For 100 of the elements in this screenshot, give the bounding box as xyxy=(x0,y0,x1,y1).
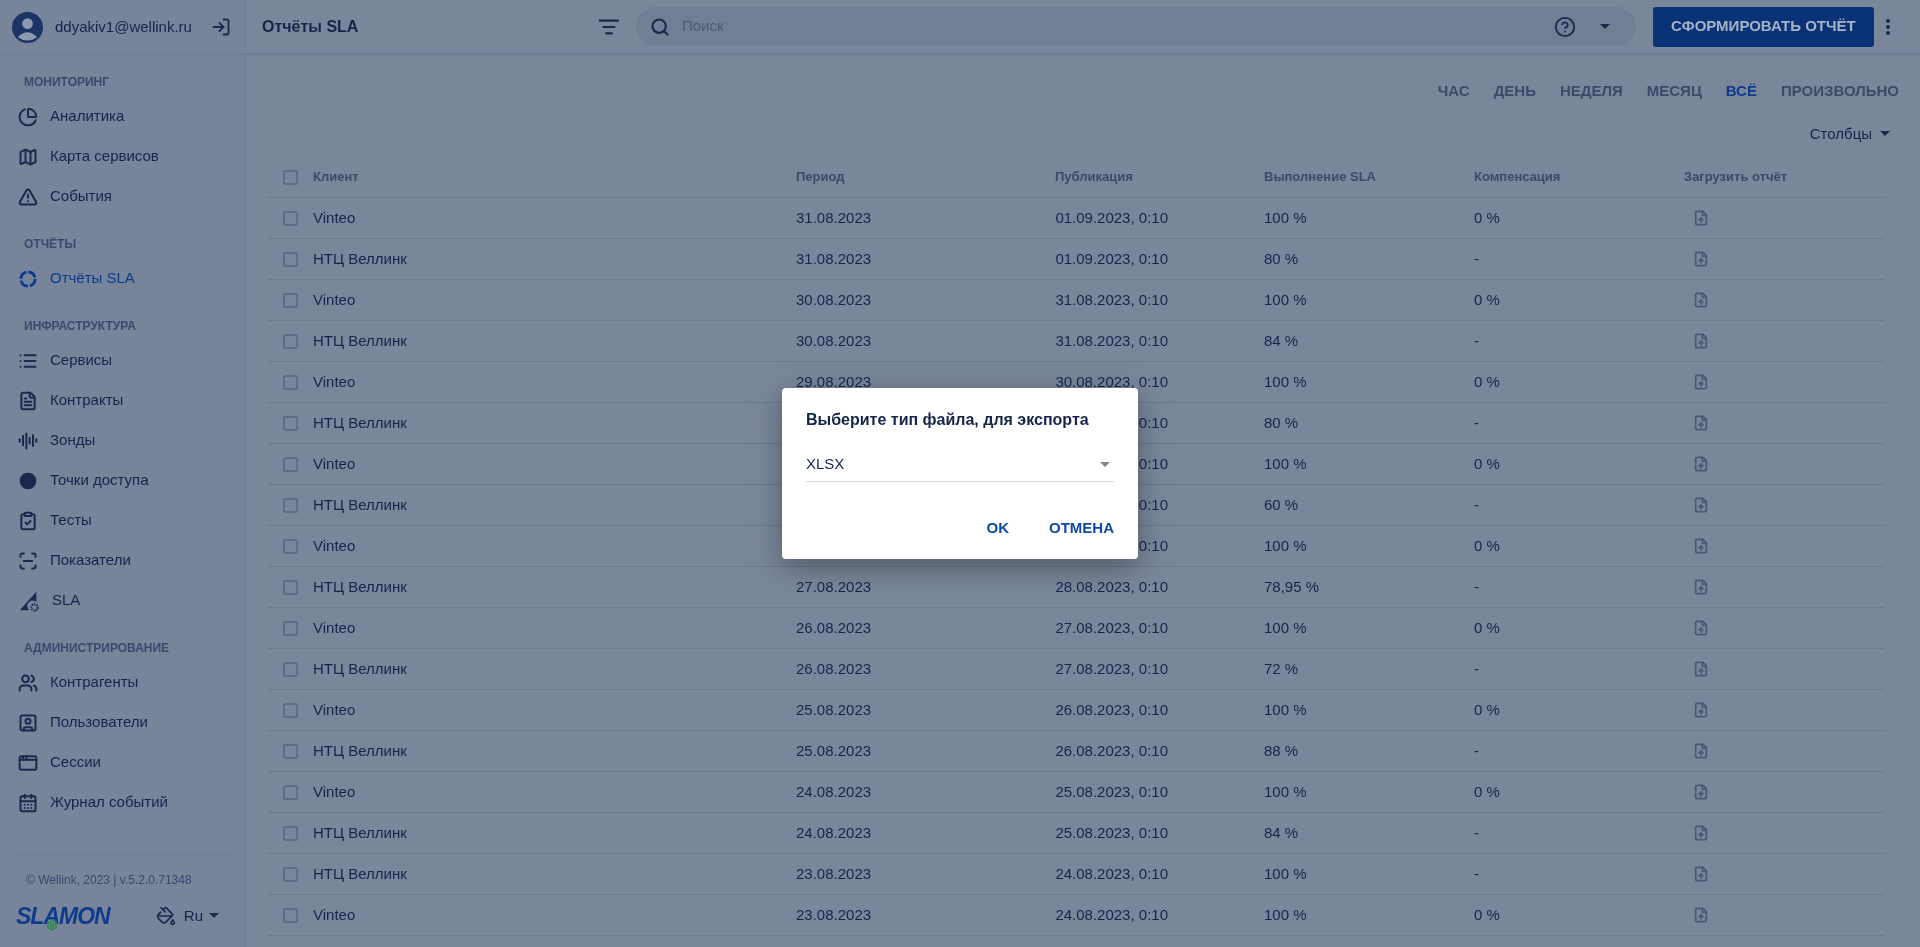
file-upload-icon[interactable] xyxy=(1693,210,1709,226)
table-cell-text: Vinteo xyxy=(313,617,357,638)
file-upload-icon[interactable] xyxy=(1693,374,1709,390)
row-checkbox[interactable] xyxy=(283,333,298,349)
row-checkbox[interactable] xyxy=(283,251,298,267)
pie-chart-icon xyxy=(18,106,38,127)
nav-item[interactable]: Журнал событий xyxy=(0,783,245,823)
column-header: Клиент xyxy=(313,168,360,187)
caret-icon xyxy=(209,913,219,919)
theme-icon[interactable] xyxy=(155,905,176,926)
select-all-checkbox[interactable] xyxy=(283,169,298,185)
file-upload-icon[interactable] xyxy=(1693,497,1709,513)
file-upload-icon[interactable] xyxy=(1693,456,1709,472)
file-upload-icon[interactable] xyxy=(1693,702,1709,718)
row-checkbox[interactable] xyxy=(283,784,298,800)
nav-item[interactable]: Пользователи xyxy=(0,703,245,743)
row-checkbox[interactable] xyxy=(283,497,298,513)
nav-item[interactable]: Сервисы xyxy=(0,341,245,381)
avatar-icon[interactable] xyxy=(12,11,43,43)
nav-item[interactable]: Контракты xyxy=(0,381,245,421)
more-button[interactable] xyxy=(1885,18,1890,35)
file-upload-icon[interactable] xyxy=(1693,333,1709,349)
nav-item[interactable]: Аналитика xyxy=(0,97,245,137)
row-checkbox[interactable] xyxy=(283,538,298,554)
dialog-button[interactable]: OK xyxy=(976,510,1019,545)
table-cell-text: 0 % xyxy=(1474,207,1501,228)
language-select[interactable]: Ru xyxy=(183,904,219,927)
nav-item[interactable]: Точки доступа xyxy=(0,461,245,501)
table-cell-text: НТЦ Веллинк xyxy=(313,248,408,269)
table-cell: 29.08.2023 xyxy=(796,372,872,390)
file-type-select[interactable]: XLSX xyxy=(806,448,1114,482)
table-cell-text: 100 % xyxy=(1264,863,1308,884)
table-cell-text: НТЦ Веллинк xyxy=(313,822,408,843)
nav-item[interactable]: Зонды xyxy=(0,421,245,461)
copyright-text: © Wellink, 2023 | v.5.2.0.71348 xyxy=(25,871,193,889)
row-checkbox[interactable] xyxy=(283,456,298,472)
period-tab[interactable]: ПРОИЗВОЛЬНО xyxy=(1781,80,1899,103)
row-checkbox[interactable] xyxy=(283,620,298,636)
row-checkbox[interactable] xyxy=(283,661,298,677)
page-title: Отчёты SLA xyxy=(262,16,360,37)
file-upload-icon[interactable] xyxy=(1693,825,1709,841)
nav-item[interactable]: Отчёты SLA xyxy=(0,259,245,299)
dropdown-caret-icon xyxy=(1600,24,1610,29)
generate-report-button[interactable]: СФОРМИРОВАТЬ ОТЧЁТ xyxy=(1653,6,1874,47)
period-tab[interactable]: ЧАС xyxy=(1437,80,1470,103)
period-tab[interactable]: МЕСЯЦ xyxy=(1646,80,1702,103)
file-upload-icon[interactable] xyxy=(1693,292,1709,308)
table-cell: 26.08.2023, 0:10 xyxy=(1055,700,1168,718)
table-cell-text: 100 % xyxy=(1264,207,1308,228)
table-cell-text: 100 % xyxy=(1264,535,1308,556)
row-checkbox[interactable] xyxy=(283,415,298,431)
table-cell-text: 0 % xyxy=(1474,617,1501,638)
file-upload-icon[interactable] xyxy=(1693,538,1709,554)
file-upload-icon[interactable] xyxy=(1693,620,1709,636)
table-cell: 27.08.2023, 0:10 xyxy=(1055,659,1168,677)
table-cell-text: НТЦ Веллинк xyxy=(313,494,408,515)
table-cell: 01.09.2023, 0:10 xyxy=(1055,208,1168,226)
file-upload-icon[interactable] xyxy=(1693,415,1709,431)
file-upload-icon[interactable] xyxy=(1693,251,1709,267)
table-cell: 31.08.2023 xyxy=(796,208,872,226)
row-checkbox[interactable] xyxy=(283,702,298,718)
clipboard-check-icon xyxy=(18,510,38,531)
row-checkbox[interactable] xyxy=(283,743,298,759)
file-upload-icon[interactable] xyxy=(1693,743,1709,759)
file-upload-icon[interactable] xyxy=(1693,784,1709,800)
row-checkbox[interactable] xyxy=(283,825,298,841)
period-tab[interactable]: ВСЁ xyxy=(1725,80,1757,103)
table-cell-text: - xyxy=(1474,658,1480,679)
row-checkbox[interactable] xyxy=(283,292,298,308)
dialog-button[interactable]: ОТМЕНА xyxy=(1039,510,1124,545)
file-upload-icon[interactable] xyxy=(1693,866,1709,882)
table-cell-text: 0 % xyxy=(1474,904,1501,925)
columns-button[interactable]: Столбцы xyxy=(1809,122,1890,145)
file-upload-icon[interactable] xyxy=(1693,579,1709,595)
table-cell-text: 60 % xyxy=(1264,494,1300,515)
file-upload-icon[interactable] xyxy=(1693,907,1709,923)
section-heading: ИНФРАСТРУКТУРА xyxy=(23,318,137,335)
nav-item[interactable]: Сессии xyxy=(0,743,245,783)
nav-item[interactable]: Карта сервисов xyxy=(0,137,245,177)
file-upload-icon[interactable] xyxy=(1693,661,1709,677)
map-icon xyxy=(18,146,38,167)
row-checkbox[interactable] xyxy=(283,374,298,390)
nav-item[interactable]: SLA xyxy=(0,581,245,621)
column-header: Период xyxy=(796,168,846,187)
period-tab[interactable]: ДЕНЬ xyxy=(1493,80,1536,103)
column-header: Выполнение SLA xyxy=(1264,168,1377,187)
column-header: Загрузить отчёт xyxy=(1684,168,1789,187)
nav-item[interactable]: Показатели xyxy=(0,541,245,581)
table-cell-text: НТЦ Веллинк xyxy=(313,740,408,761)
nav-item[interactable]: Контрагенты xyxy=(0,663,245,703)
nav-item[interactable]: Тесты xyxy=(0,501,245,541)
table-cell: 0:10 xyxy=(1138,413,1168,431)
row-checkbox[interactable] xyxy=(283,579,298,595)
period-tab[interactable]: НЕДЕЛЯ xyxy=(1559,80,1623,103)
row-checkbox[interactable] xyxy=(283,907,298,923)
row-checkbox[interactable] xyxy=(283,866,298,882)
row-checkbox[interactable] xyxy=(283,210,298,226)
warning-icon xyxy=(18,186,38,207)
help-icon[interactable] xyxy=(1554,15,1576,38)
nav-item[interactable]: События xyxy=(0,177,245,217)
